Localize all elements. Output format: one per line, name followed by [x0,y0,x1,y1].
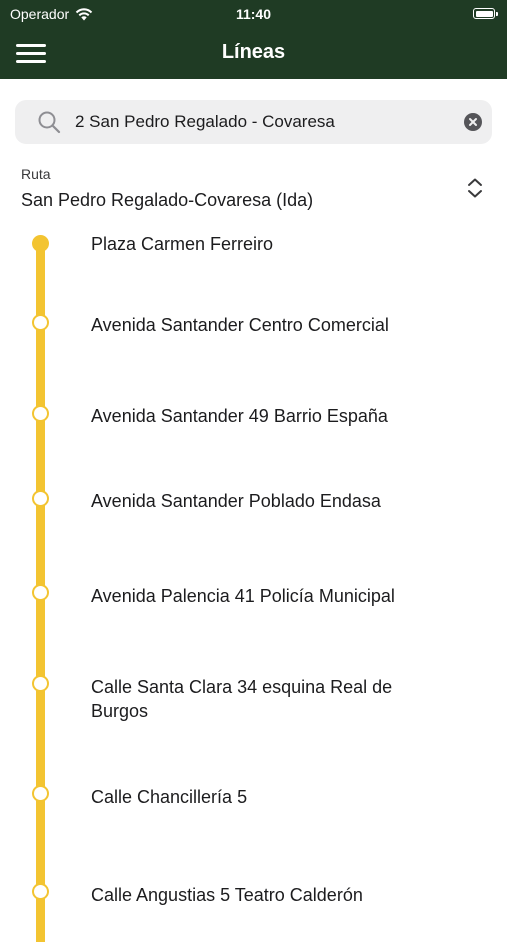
status-time: 11:40 [235,6,272,22]
stop-name: Calle Angustias 5 Teatro Calderón [91,885,363,905]
stop-name: Plaza Carmen Ferreiro [91,234,274,254]
route-value: San Pedro Regalado-Covaresa (Ida) [21,190,314,210]
stop-dot-icon [32,675,49,692]
route-selector[interactable]: Ruta San Pedro Regalado-Covaresa (Ida) [0,160,507,220]
stop-dot-icon [32,785,49,802]
stop-dot-icon [32,490,49,507]
stop-name: Calle Chancillería 5 [91,787,248,807]
magnifier-icon [38,111,61,134]
stops-timeline: Plaza Carmen Ferreiro Avenida Santander … [0,220,507,942]
stop-dot-icon [32,405,49,422]
navigation-bar: Líneas [0,28,507,79]
chevron-up-down-icon[interactable] [466,177,484,199]
search-input[interactable] [75,100,455,144]
status-bar: Operador 11:40 [0,0,507,28]
stop-name: Calle Santa Clara 34 esquina Real de Bur… [91,677,393,721]
clear-circle-icon[interactable] [464,113,482,131]
stop-name: Avenida Santander Poblado Endasa [91,491,381,511]
stop-dot-icon [32,235,49,252]
stop-dot-icon [32,883,49,900]
route-label: Ruta [21,166,51,182]
stop-name: Avenida Santander Centro Comercial [91,315,389,335]
battery-icon [473,8,498,19]
search-bar[interactable] [15,100,492,144]
stop-name: Avenida Santander 49 Barrio España [91,406,388,426]
stop-dot-icon [32,584,49,601]
page-title: Líneas [221,41,286,63]
stop-dot-icon [32,314,49,331]
stop-name: Avenida Palencia 41 Policía Municipal [91,586,395,606]
